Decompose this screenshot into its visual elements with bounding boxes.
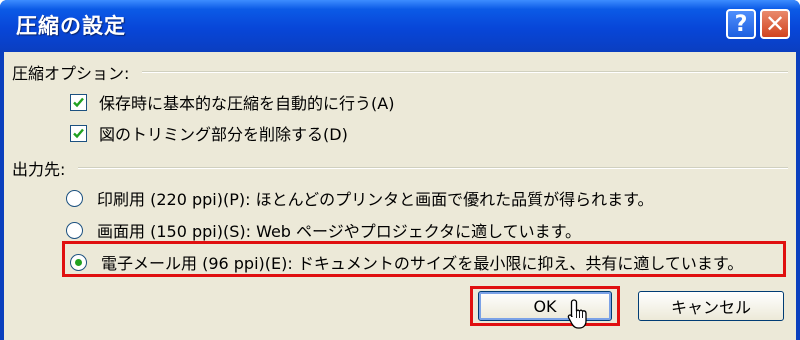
- help-button[interactable]: ?: [726, 9, 756, 39]
- print-radio[interactable]: [66, 189, 83, 207]
- auto-compress-label: 保存時に基本的な圧縮を自動的に行う(A): [99, 94, 395, 113]
- dialog-window: 圧縮の設定 ? ✕ 圧縮オプション: 保存時に基本的な圧縮を自動的に行う(A): [0, 0, 800, 340]
- cancel-button-label: キャンセル: [670, 298, 751, 317]
- checkbox-auto-compress[interactable]: 保存時に基本的な圧縮を自動的に行う(A): [70, 90, 394, 114]
- dialog-body: 圧縮オプション: 保存時に基本的な圧縮を自動的に行う(A) 図のトリミング部分を…: [4, 52, 796, 340]
- radio-print[interactable]: 印刷用 (220 ppi)(P): ほとんどのプリンタと画面で優れた品質が得られ…: [66, 186, 653, 210]
- screen-radio-label: 画面用 (150 ppi)(S): Web ページやプロジェクタに適しています。: [97, 222, 581, 241]
- check-icon: [73, 97, 84, 107]
- help-icon: ?: [734, 11, 748, 37]
- title-bar[interactable]: 圧縮の設定 ? ✕: [0, 0, 800, 52]
- delete-cropped-checkbox[interactable]: [70, 124, 87, 142]
- check-icon: [73, 128, 84, 138]
- checkbox-delete-cropped[interactable]: 図のトリミング部分を削除する(D): [70, 121, 348, 145]
- radio-screen[interactable]: 画面用 (150 ppi)(S): Web ページやプロジェクタに適しています。: [66, 218, 581, 242]
- output-label: 出力先:: [12, 160, 66, 179]
- group-divider: [78, 167, 788, 169]
- mouse-cursor-icon: [567, 299, 587, 329]
- screen-radio[interactable]: [66, 221, 83, 239]
- dialog-title: 圧縮の設定: [16, 14, 126, 38]
- compression-options-label: 圧縮オプション:: [12, 64, 130, 83]
- email-option-highlight: [62, 241, 786, 277]
- close-icon: ✕: [764, 10, 786, 38]
- auto-compress-checkbox[interactable]: [70, 93, 87, 111]
- cancel-button[interactable]: キャンセル: [638, 291, 784, 321]
- close-button[interactable]: ✕: [760, 9, 790, 39]
- ok-button-highlight: [470, 286, 620, 326]
- group-divider: [142, 71, 788, 73]
- delete-cropped-label: 図のトリミング部分を削除する(D): [99, 125, 348, 144]
- print-radio-label: 印刷用 (220 ppi)(P): ほとんどのプリンタと画面で優れた品質が得られ…: [97, 190, 654, 209]
